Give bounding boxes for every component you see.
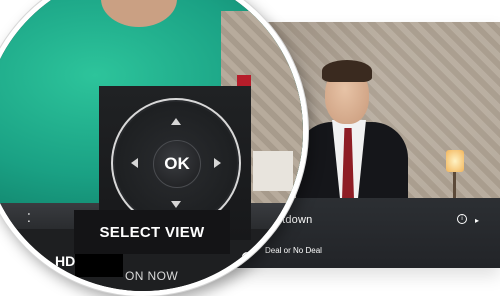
arrow-left-icon[interactable] xyxy=(131,158,138,168)
select-view-button[interactable]: SELECT VIEW xyxy=(74,210,230,254)
magnified-next-partial: Co xyxy=(241,249,265,269)
ok-button[interactable]: OK xyxy=(153,140,201,188)
arrow-right-icon[interactable] xyxy=(214,158,221,168)
play-icon[interactable]: ▸ xyxy=(475,216,479,225)
channel-hd-label: HD xyxy=(55,253,76,269)
directional-pad[interactable]: OK xyxy=(111,98,241,228)
arrow-up-icon[interactable] xyxy=(171,118,181,125)
info-icon[interactable]: i xyxy=(457,214,467,224)
on-now-label: ON NOW xyxy=(125,269,179,283)
arrow-down-icon[interactable] xyxy=(171,201,181,208)
presenter-hair xyxy=(322,60,372,82)
scene-lamp xyxy=(446,150,464,172)
magnified-shelf xyxy=(253,151,293,191)
dots-icon: ⁚ xyxy=(27,211,31,225)
